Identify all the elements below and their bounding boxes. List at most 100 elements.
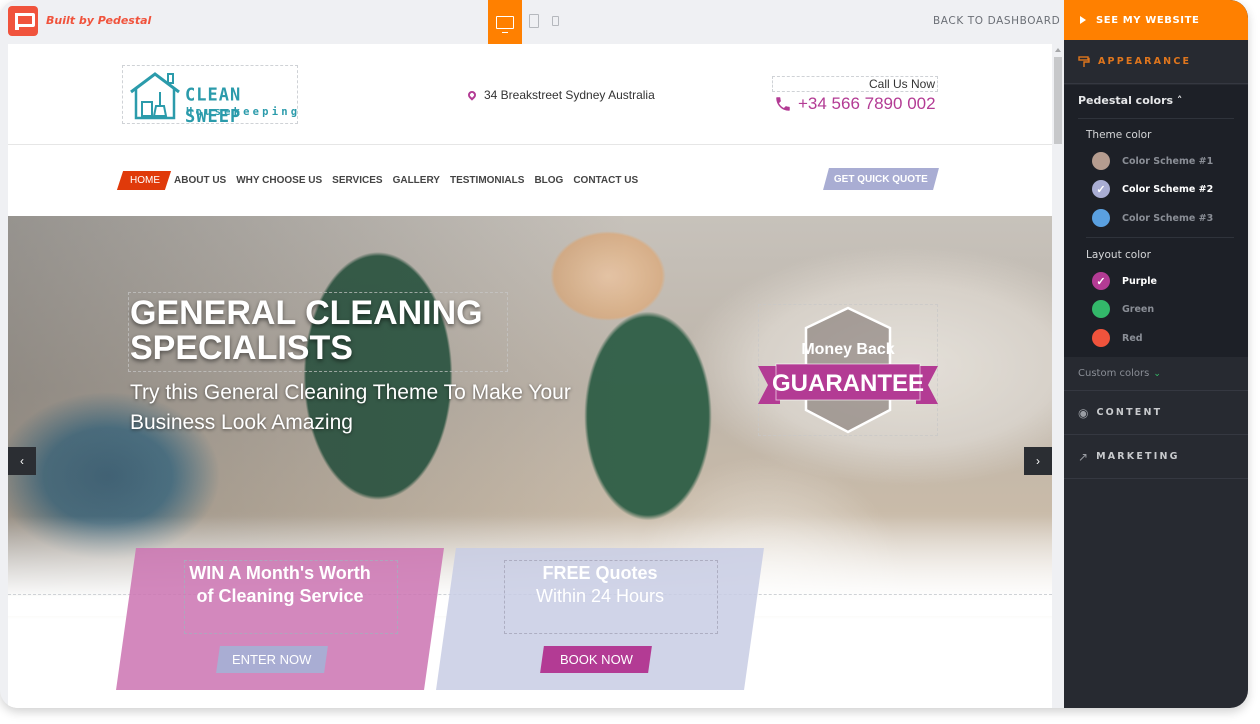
paint-roller-icon [1078,55,1090,67]
logo-brand-tagline: Housekeeping [186,106,301,118]
slider-next-button[interactable]: › [1024,447,1052,475]
eye-icon: ◉ [1078,405,1089,420]
back-to-dashboard-link[interactable]: BACK TO DASHBOARD [933,15,1060,27]
content-label: CONTENT [1096,407,1163,418]
nav-home[interactable]: HOME [116,170,172,190]
location-pin-icon [466,89,478,101]
promo-card-quotes: FREE Quotes Within 24 Hours BOOK NOW [436,548,764,690]
address: 34 Breakstreet Sydney Australia [466,88,655,102]
mobile-view-button[interactable] [552,16,559,26]
hero-slider: GENERAL CLEANING SPECIALISTS Try this Ge… [8,216,1052,708]
book-now-label: BOOK NOW [559,652,633,667]
hero-title-line2: SPECIALISTS [130,329,353,367]
appearance-section-header[interactable]: APPEARANCE [1064,40,1248,84]
option-label: Color Scheme #3 [1122,212,1214,224]
option-label: Purple [1122,275,1157,287]
tablet-view-button[interactable] [529,14,539,28]
address-text: 34 Breakstreet Sydney Australia [484,88,655,102]
play-icon [1080,16,1086,24]
hero-title-line1: GENERAL CLEANING [130,294,483,332]
theme-color-option-2[interactable]: ✓ Color Scheme #2 [1092,180,1213,198]
promo-title-line2: of Cleaning Service [196,586,364,606]
chevron-down-icon: ⌄ [1153,368,1161,378]
scrollbar-thumb[interactable] [1054,57,1062,144]
badge-top-text: Money Back [801,341,894,358]
see-my-website-button[interactable]: SEE MY WEBSITE [1064,0,1248,40]
pedestal-colors-toggle[interactable]: Pedestal colors ˄ [1078,94,1182,107]
theme-color-option-3[interactable]: Color Scheme #3 [1092,209,1213,227]
see-my-website-label: SEE MY WEBSITE [1096,14,1200,26]
app-window: Built by Pedestal BACK TO DASHBOARD CLEA… [0,0,1248,708]
enter-now-label: ENTER NOW [232,652,312,667]
color-swatch [1092,152,1110,170]
monitor-icon [496,15,514,33]
book-now-button[interactable]: BOOK NOW [540,646,652,673]
desktop-view-button[interactable] [488,0,522,44]
site-nav: HOME ABOUT US WHY CHOOSE US SERVICES GAL… [116,170,648,190]
phone-number[interactable]: +34 566 7890 002 [774,94,936,114]
marketing-label: MARKETING [1096,451,1180,462]
hero-title: GENERAL CLEANING SPECIALISTS [130,296,483,366]
option-label: Green [1122,303,1155,315]
built-by-label: Built by Pedestal [46,14,152,27]
appearance-body: Pedestal colors ˄ Theme color Color Sche… [1064,85,1248,357]
chevron-right-icon: › [1036,454,1040,468]
nav-contact-us[interactable]: CONTACT US [573,175,638,186]
pedestal-logo-icon[interactable] [8,6,38,36]
editor-panel: SEE MY WEBSITE APPEARANCE Pedestal color… [1064,0,1248,708]
option-label: Color Scheme #1 [1122,155,1214,167]
layout-color-green[interactable]: Green [1092,300,1154,318]
nav-blog[interactable]: BLOG [534,175,563,186]
content-section-header[interactable]: ◉ CONTENT [1064,391,1248,435]
promo-card-win: WIN A Month's Worth of Cleaning Service … [116,548,444,690]
promo-title-line1: WIN A Month's Worth [189,563,371,583]
layout-color-label: Layout color [1086,249,1151,261]
check-icon: ✓ [1092,272,1110,290]
color-swatch [1092,300,1110,318]
nav-gallery[interactable]: GALLERY [393,175,440,186]
top-bar: Built by Pedestal BACK TO DASHBOARD [0,0,1064,44]
phone-icon [776,97,790,111]
enter-now-button[interactable]: ENTER NOW [216,646,328,673]
call-us-label: Call Us Now [772,76,938,92]
nav-home-label: HOME [130,174,160,186]
marketing-section-header[interactable]: ↗ MARKETING [1064,435,1248,479]
appearance-label: APPEARANCE [1098,56,1192,67]
website-preview: CLEAN SWEEP Housekeeping 34 Breakstreet … [8,44,1052,708]
chevron-left-icon: ‹ [20,454,24,468]
nav-about-us[interactable]: ABOUT US [174,175,226,186]
hero-subtitle: Try this General Cleaning Theme To Make … [130,381,571,434]
promo-title: FREE Quotes Within 24 Hours [446,562,754,608]
house-icon [130,72,180,120]
phone-number-text: +34 566 7890 002 [798,94,936,113]
promo-title: WIN A Month's Worth of Cleaning Service [126,562,434,608]
divider [1078,118,1234,119]
layout-color-purple[interactable]: ✓ Purple [1092,272,1157,290]
slider-prev-button[interactable]: ‹ [8,447,36,475]
custom-colors-label: Custom colors [1078,368,1150,379]
color-swatch [1092,329,1110,347]
chevron-up-icon: ˄ [1173,94,1183,107]
check-icon: ✓ [1092,180,1110,198]
promo-card-content: FREE Quotes Within 24 Hours BOOK NOW [446,548,754,690]
site-logo[interactable]: CLEAN SWEEP Housekeeping [122,65,301,127]
divider [1086,237,1234,238]
nav-services[interactable]: SERVICES [332,175,382,186]
nav-testimonials[interactable]: TESTIMONIALS [450,175,524,186]
scroll-up-arrow-icon[interactable] [1055,48,1061,52]
header-divider [8,144,1052,145]
pedestal-colors-label: Pedestal colors [1078,94,1174,107]
money-back-guarantee-badge: Money Back GUARANTEE [758,306,938,434]
custom-colors-toggle[interactable]: Custom colors ⌄ [1064,357,1248,391]
trend-up-icon: ↗ [1078,449,1089,464]
promo-card-content: WIN A Month's Worth of Cleaning Service … [126,548,434,690]
theme-color-label: Theme color [1086,129,1152,141]
layout-color-red[interactable]: Red [1092,329,1143,347]
promo-title-line1: FREE Quotes [542,563,658,583]
get-quick-quote-button[interactable]: GET QUICK QUOTE [823,168,939,190]
nav-why-choose-us[interactable]: WHY CHOOSE US [236,175,322,186]
theme-color-option-1[interactable]: Color Scheme #1 [1092,152,1213,170]
option-label: Color Scheme #2 [1122,183,1214,195]
option-label: Red [1122,332,1143,344]
badge-main-text: GUARANTEE [772,370,924,397]
